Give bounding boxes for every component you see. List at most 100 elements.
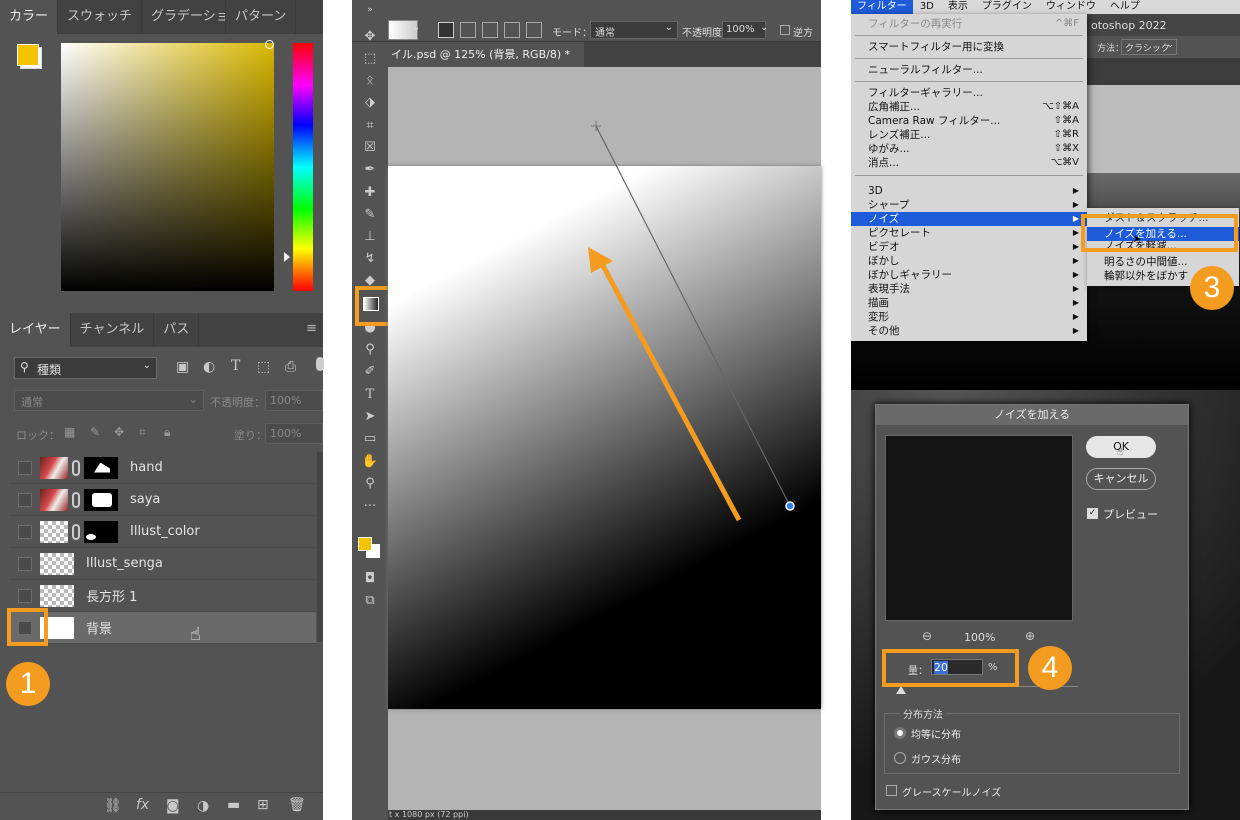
menu-item-render[interactable]: 描画 ▶ [851,296,1087,310]
tab-patterns[interactable]: パターン [226,0,297,34]
mode-select[interactable]: 通常 ⌄ [590,21,678,39]
menu-item-3d[interactable]: 3D ▶ [851,184,1087,198]
history-brush-tool-icon[interactable]: ↯ [361,250,379,268]
menu-3d[interactable]: 3D [913,0,941,14]
tab-channels[interactable]: チャンネル [71,313,155,347]
cancel-button[interactable]: キャンセル [1086,468,1156,490]
visibility-toggle[interactable] [18,460,32,475]
filter-kind-select[interactable]: ⚲ 種類 ⌄ [14,357,157,379]
menu-window[interactable]: ウィンドウ [1039,0,1103,14]
tab-color[interactable]: カラー [0,0,59,34]
menu-item-blur-gallery[interactable]: ぼかしギャラリー ▶ [851,268,1087,282]
collapse-icon[interactable]: » [361,1,379,19]
type-filter-icon[interactable]: T [231,358,240,374]
menu-item-other[interactable]: その他 ▶ [851,324,1087,338]
document-tab[interactable]: イル.psd @ 125% (背景, RGB/8) * [388,42,584,67]
folder-icon[interactable]: ▬ [227,797,240,813]
smart-object-filter-icon[interactable]: ⎙ [285,359,296,375]
opacity-field[interactable]: 100% [265,390,323,411]
blend-mode-select[interactable]: 通常 ⌄ [14,390,204,411]
layer-mask-thumbnail[interactable] [84,456,118,479]
add-mask-icon[interactable]: ◙ [166,798,180,814]
color-picker-cursor[interactable] [265,40,274,49]
type-tool-icon[interactable]: T [361,386,379,404]
linear-gradient-icon[interactable] [438,22,454,38]
menu-item-vanishing[interactable]: 消点... ⌥⌘V [851,156,1087,170]
path-select-tool-icon[interactable]: ➤ [361,408,379,426]
layers-scrollbar[interactable] [317,452,323,642]
stamp-tool-icon[interactable]: ⊥ [361,228,379,246]
menu-item-noise[interactable]: ノイズ ▶ [851,212,1087,226]
panel-menu-icon[interactable]: ≡ [306,321,317,336]
menu-item-last-filter[interactable]: フィルターの再実行 ^⌘F [851,17,1087,31]
noise-preview[interactable] [885,435,1073,621]
gaussian-radio[interactable] [894,752,906,764]
color-field[interactable] [61,43,274,291]
menu-item-gallery[interactable]: フィルターギャラリー... [851,86,1087,100]
radial-gradient-icon[interactable] [460,22,476,38]
menu-item-wide-angle[interactable]: 広角補正... ⌥⇧⌘A [851,100,1087,114]
shape-filter-icon[interactable]: ⬚ [257,359,270,375]
menu-item-stylize[interactable]: 表現手法 ▶ [851,282,1087,296]
layer-row-saya[interactable]: saya [10,484,316,516]
visibility-toggle[interactable] [18,588,32,603]
menu-filter[interactable]: フィルター [851,0,913,14]
adjustment-filter-icon[interactable]: ◐ [203,359,215,375]
tab-layers[interactable]: レイヤー [0,313,71,347]
hue-slider-handle[interactable] [284,252,290,262]
link-icon[interactable] [72,459,80,476]
crop-tool-icon[interactable]: ⌗ [361,117,379,135]
tab-swatches[interactable]: スウォッチ [58,0,143,34]
lock-all-icon[interactable]: 🔒︎ [164,425,170,440]
tab-paths[interactable]: パス [154,313,200,347]
visibility-toggle[interactable] [18,524,32,539]
layer-mask-thumbnail[interactable] [84,520,118,543]
marquee-tool-icon[interactable]: ⬚ [361,50,379,68]
menu-item-neural[interactable]: ニューラルフィルター... [851,63,1087,77]
tab-gradients[interactable]: グラデーショ [142,0,227,34]
visibility-toggle[interactable] [18,492,32,507]
pen-tool-icon[interactable]: ✐ [361,363,379,381]
menu-view[interactable]: 表示 [941,0,975,14]
visibility-toggle[interactable] [18,556,32,571]
lock-transparency-icon[interactable]: ▦ [64,425,75,439]
hand-tool-icon[interactable]: ✋ [361,453,379,471]
menu-help[interactable]: ヘルプ [1103,0,1147,14]
layer-row-rectangle[interactable]: 長方形 1 [10,580,316,612]
layer-row-background[interactable]: 背景 [10,612,316,644]
link-layers-icon[interactable]: ⛓ [104,798,122,814]
reverse-checkbox[interactable] [780,25,790,35]
chevron-down-icon[interactable]: ⌄ [412,22,420,33]
frame-tool-icon[interactable]: ☒ [361,139,379,157]
uniform-radio[interactable] [894,727,906,739]
menu-plugins[interactable]: プラグイン [975,0,1039,14]
reflected-gradient-icon[interactable] [504,22,520,38]
layer-row-illust-senga[interactable]: Illust_senga [10,548,316,580]
menu-item-camera-raw[interactable]: Camera Raw フィルター... ⇧⌘A [851,114,1087,128]
filter-toggle-icon[interactable] [316,357,324,371]
layer-row-hand[interactable]: hand [10,452,316,484]
new-layer-icon[interactable]: ⊞ [257,797,269,813]
zoom-in-icon[interactable]: ⊕ [1025,629,1035,643]
lock-position-icon[interactable]: ✥ [114,425,124,439]
menu-item-video[interactable]: ビデオ ▶ [851,240,1087,254]
lock-brush-icon[interactable]: ✎ [90,425,100,439]
diamond-gradient-icon[interactable] [526,22,542,38]
menu-item-liquify[interactable]: ゆがみ... ⇧⌘X [851,142,1087,156]
angle-gradient-icon[interactable] [482,22,498,38]
zoom-out-icon[interactable]: ⊖ [922,629,932,643]
link-icon[interactable] [72,491,80,508]
hue-slider[interactable] [293,43,313,291]
menu-item-blur[interactable]: ぼかし ▶ [851,254,1087,268]
foreground-color-swatch[interactable] [358,537,372,551]
trash-icon[interactable]: 🗑︎ [288,797,306,813]
lasso-tool-icon[interactable]: ᛟ [361,72,379,90]
menu-item-pixelate[interactable]: ピクセレート ▶ [851,226,1087,240]
method-select[interactable]: クラシック ⌄ [1121,39,1177,55]
move-tool-icon[interactable]: ✥ [361,28,379,46]
layer-mask-thumbnail[interactable] [84,488,118,511]
more-tools-icon[interactable]: ··· [361,498,379,516]
healing-tool-icon[interactable]: ✚ [361,184,379,202]
menu-item-sharpen[interactable]: シャープ ▶ [851,198,1087,212]
eyedropper-tool-icon[interactable]: ✒ [361,161,379,179]
